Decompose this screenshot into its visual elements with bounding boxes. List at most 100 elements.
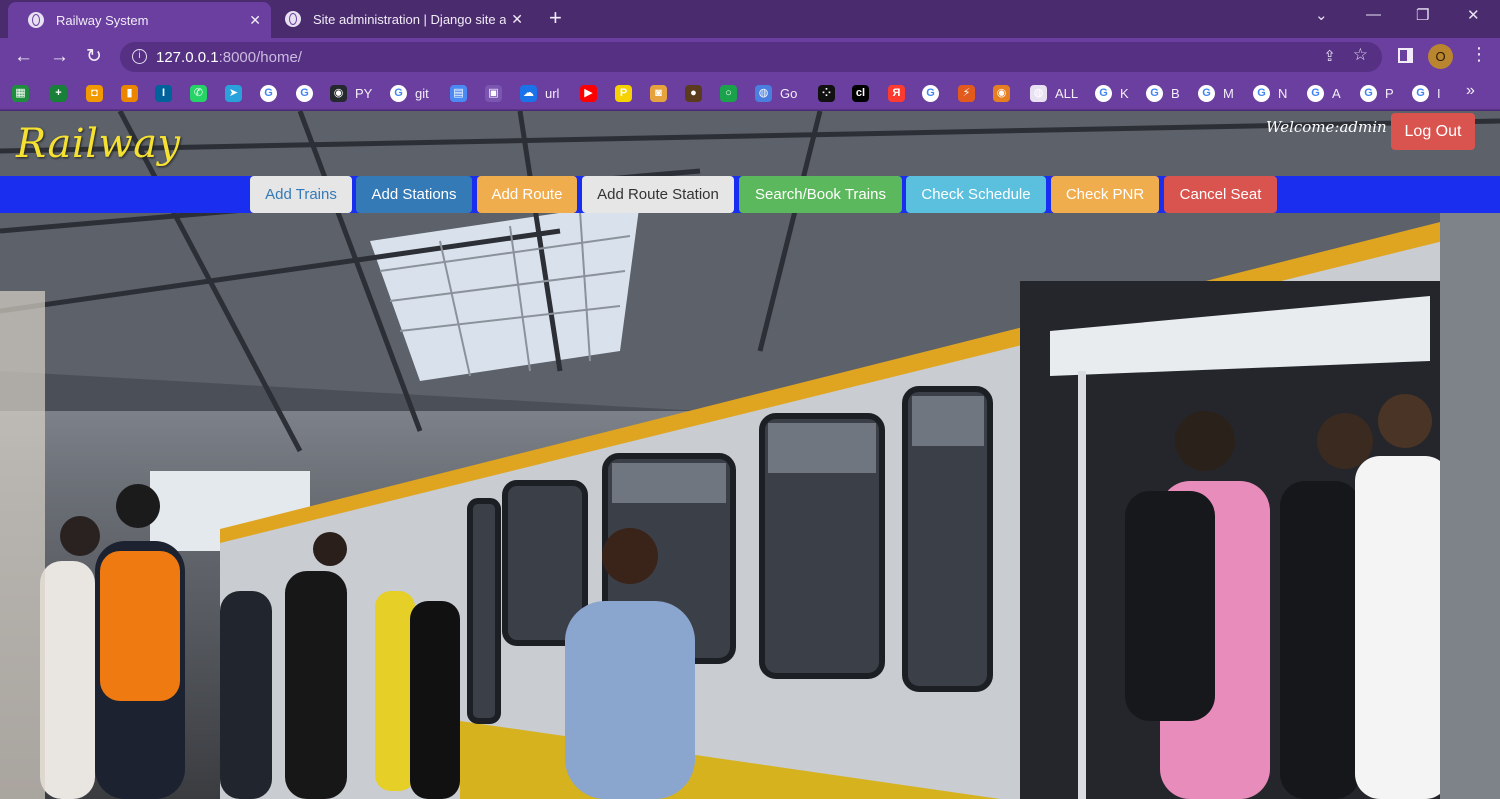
bookmark-item[interactable]: ◉ — [993, 83, 1010, 103]
site-logo[interactable]: Railway — [16, 121, 181, 167]
bookmark-item[interactable]: ◍ ALL — [1030, 83, 1078, 103]
tab-railway-system[interactable]: Railway System ✕ — [8, 2, 271, 38]
add-stations-button[interactable]: Add Stations — [356, 176, 472, 213]
bookmark-label: url — [545, 85, 560, 101]
bookmark-item[interactable]: ☁ url — [520, 83, 559, 103]
bookmark-label: A — [1332, 85, 1341, 101]
google-icon: G — [296, 84, 313, 102]
bookmark-item[interactable]: ○ — [720, 83, 737, 103]
check-pnr-button[interactable]: Check PNR — [1051, 176, 1159, 213]
train-station-photo — [0, 111, 1500, 799]
bookmark-item[interactable]: G — [922, 83, 939, 103]
eye-icon: ◉ — [993, 84, 1010, 102]
ring-icon: ○ — [720, 84, 737, 102]
new-tab-button[interactable]: + — [549, 6, 562, 30]
bookmark-item[interactable]: ▤ — [450, 83, 467, 103]
check-schedule-button[interactable]: Check Schedule — [906, 176, 1046, 213]
bookmark-item[interactable]: GB — [1146, 83, 1180, 103]
camera-icon: ◙ — [650, 84, 667, 102]
bookmark-item[interactable]: cl — [852, 83, 869, 103]
restore-icon[interactable]: ❐ — [1416, 6, 1429, 24]
bookmark-label: M — [1223, 85, 1234, 101]
bookmark-item[interactable]: Я — [888, 83, 905, 103]
close-icon[interactable]: ✕ — [511, 11, 523, 28]
doc-icon: ▤ — [450, 84, 467, 102]
yandex-icon: Я — [888, 84, 905, 102]
page-content: Railway Welcome:admin123 Log Out Add Tra… — [0, 111, 1500, 799]
cancel-seat-button[interactable]: Cancel Seat — [1164, 176, 1277, 213]
google-icon: G — [1412, 84, 1429, 102]
tab-search-icon[interactable]: ⌄ — [1315, 6, 1328, 24]
bookmark-item[interactable]: GK — [1095, 83, 1129, 103]
add-route-station-button[interactable]: Add Route Station — [582, 176, 734, 213]
address-bar[interactable]: i 127.0.0.1:8000/home/ ⇪ ☆ — [120, 42, 1382, 72]
share-icon[interactable]: ⇪ — [1323, 47, 1336, 65]
bookmark-item[interactable]: ◘ — [86, 83, 103, 103]
bookmark-item[interactable]: GI — [1412, 83, 1441, 103]
bookmark-star-icon[interactable]: ☆ — [1353, 45, 1368, 65]
bookmark-item[interactable]: GA — [1307, 83, 1341, 103]
bookmark-item[interactable]: P — [615, 83, 632, 103]
bookmark-item[interactable]: I — [155, 83, 172, 103]
url-text[interactable]: 127.0.0.1:8000/home/ — [156, 49, 302, 66]
bookmark-item[interactable]: ▣ — [485, 83, 502, 103]
bookmark-item[interactable]: ◍ Go — [755, 83, 797, 103]
bookmark-label: N — [1278, 85, 1288, 101]
tab-django-admin[interactable]: Site administration | Django site a ✕ — [265, 0, 533, 38]
bookmark-item[interactable]: GM — [1198, 83, 1234, 103]
main-navbar: Add Trains Add Stations Add Route Add Ro… — [0, 176, 1500, 213]
tab-title: Site administration | Django site a — [313, 11, 507, 27]
p-icon: P — [615, 84, 632, 102]
bookmark-label: B — [1171, 85, 1180, 101]
add-trains-button[interactable]: Add Trains — [250, 176, 352, 213]
reload-icon[interactable]: ↻ — [86, 46, 102, 68]
add-route-button[interactable]: Add Route — [477, 176, 577, 213]
plus-icon: + — [50, 84, 67, 102]
dots-icon: ⁘ — [818, 84, 835, 102]
search-book-trains-button[interactable]: Search/Book Trains — [739, 176, 902, 213]
google-icon: G — [922, 84, 939, 102]
back-icon[interactable]: ← — [14, 46, 33, 68]
bookmark-item[interactable]: G — [296, 83, 313, 103]
bookmark-item[interactable]: Ggit — [390, 83, 429, 103]
bookmark-item[interactable]: ▶ — [580, 83, 597, 103]
google-icon: G — [1253, 84, 1270, 102]
bookmark-item[interactable]: ➤ — [225, 83, 242, 103]
profile-avatar[interactable]: O — [1428, 44, 1453, 69]
close-icon[interactable]: ✕ — [249, 12, 261, 29]
bookmark-label: PY — [355, 85, 373, 101]
google-icon: G — [260, 84, 277, 102]
bookmark-item[interactable]: ▦ — [12, 83, 29, 103]
bookmark-item[interactable]: ⚡ — [958, 83, 975, 103]
sheets-icon: ▦ — [12, 84, 29, 102]
google-icon: G — [1198, 84, 1215, 102]
bookmark-item[interactable]: ◉ PY — [330, 83, 372, 103]
bookmark-item[interactable]: ▮ — [121, 83, 138, 103]
bookmark-item[interactable]: ⁘ — [818, 83, 835, 103]
bookmark-item[interactable]: ✆ — [190, 83, 207, 103]
globe-icon: ◍ — [1030, 84, 1047, 102]
browser-toolbar: ← → ↻ i 127.0.0.1:8000/home/ ⇪ ☆ O ⋮ — [0, 38, 1500, 76]
flame-icon: ⚡ — [958, 84, 975, 102]
bookmark-item[interactable]: + — [50, 83, 67, 103]
google-icon: G — [1146, 84, 1163, 102]
bookmark-item[interactable]: G — [260, 83, 277, 103]
window-close-icon[interactable]: ✕ — [1467, 6, 1480, 24]
side-panel-icon[interactable] — [1398, 48, 1413, 63]
bookmark-item[interactable]: ◙ — [650, 83, 667, 103]
bookmarks-overflow-icon[interactable]: » — [1466, 82, 1475, 100]
site-info-icon[interactable]: i — [132, 49, 147, 64]
google-icon: G — [1360, 84, 1377, 102]
swirl-icon: ◍ — [755, 84, 772, 102]
github-icon: ◉ — [330, 84, 347, 102]
bookmark-item[interactable]: ● — [685, 83, 702, 103]
logout-button[interactable]: Log Out — [1391, 113, 1475, 150]
whatsapp-icon: ✆ — [190, 84, 207, 102]
minimize-icon[interactable]: — — [1366, 6, 1381, 23]
bookmark-item[interactable]: GN — [1253, 83, 1287, 103]
bookmark-item[interactable]: GP — [1360, 83, 1394, 103]
cl-icon: cl — [852, 84, 869, 102]
forward-icon[interactable]: → — [50, 46, 69, 68]
bookmark-label: I — [1437, 85, 1441, 101]
menu-icon[interactable]: ⋮ — [1470, 44, 1488, 65]
